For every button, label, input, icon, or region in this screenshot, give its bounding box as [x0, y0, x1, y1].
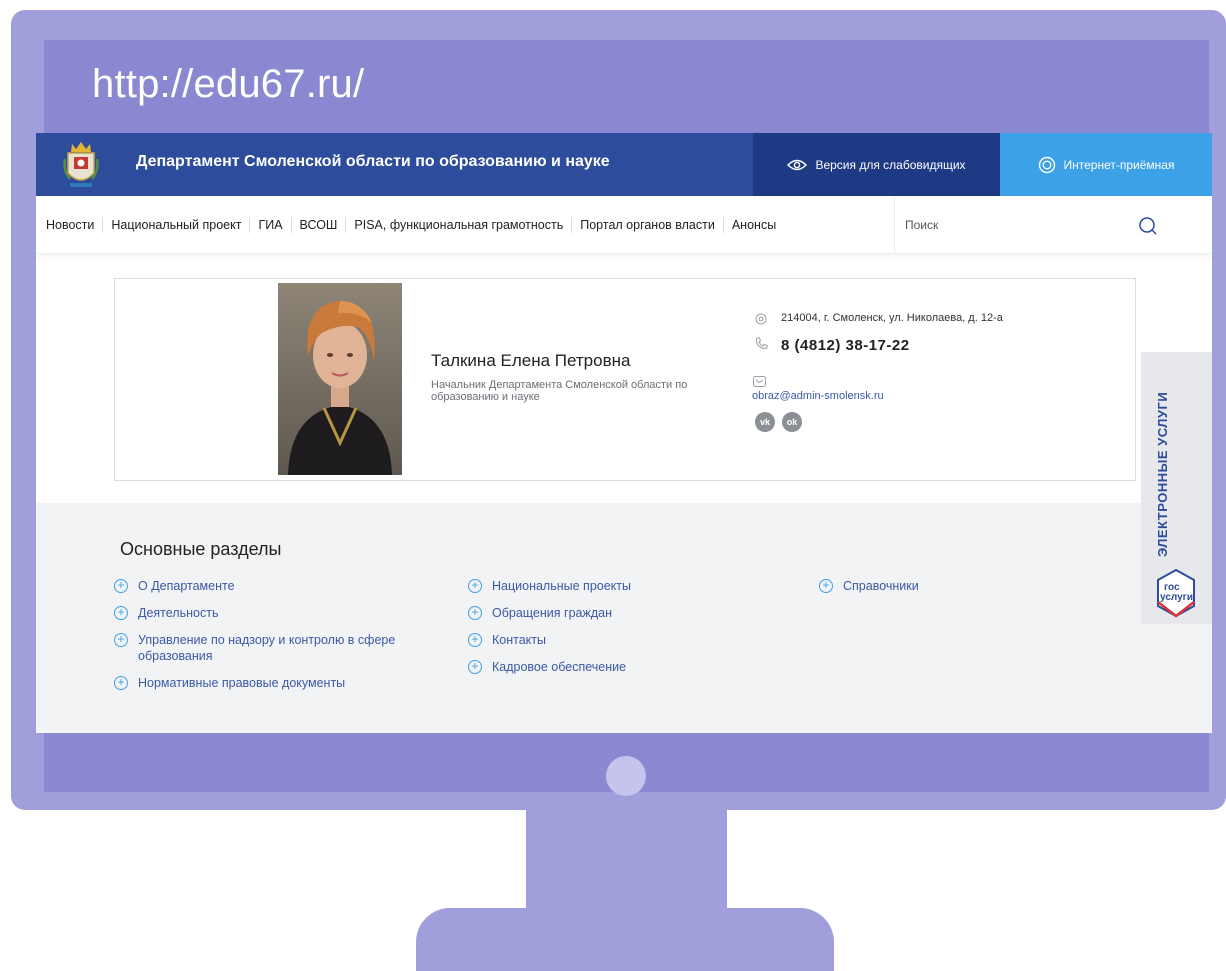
section-link-about[interactable]: + О Департаменте	[114, 578, 414, 594]
sections-column-2: + Национальные проекты + Обращения граждан…	[468, 578, 768, 686]
vk-icon[interactable]: vk	[755, 412, 775, 432]
internet-reception-button[interactable]: Интернет-приёмная	[1000, 133, 1212, 196]
person-name: Талкина Елена Петровна	[431, 351, 631, 370]
reception-label: Интернет-приёмная	[1063, 157, 1175, 172]
plus-circle-icon: +	[468, 606, 482, 620]
section-link-contacts[interactable]: + Контакты	[468, 632, 768, 648]
odnoklassniki-icon[interactable]: ok	[782, 412, 802, 432]
nav-item-news[interactable]: Новости	[46, 217, 104, 233]
low-vision-button[interactable]: Версия для слабовидящих	[753, 133, 1000, 196]
location-pin-icon	[755, 312, 767, 330]
sections-column-3: + Справочники	[819, 578, 1069, 605]
plus-circle-icon: +	[114, 633, 128, 647]
electronic-services-label: ЭЛЕКТРОННЫЕ УСЛУГИ	[1155, 391, 1170, 557]
section-link-supervision[interactable]: + Управление по надзору и контролю в сфер…	[114, 632, 414, 664]
electronic-services-widget[interactable]: ЭЛЕКТРОННЫЕ УСЛУГИ гос услуги	[1141, 352, 1212, 624]
address-text: 214004, г. Смоленск, ул. Николаева, д. 1…	[781, 312, 1003, 324]
section-link-staffing[interactable]: + Кадровое обеспечение	[468, 659, 768, 675]
nav-item-gia[interactable]: ГИА	[250, 217, 292, 233]
website: Департамент Смоленской области по образо…	[36, 133, 1212, 733]
site-title[interactable]: Департамент Смоленской области по образо…	[136, 153, 610, 171]
nav-item-government-portal[interactable]: Портал органов власти	[572, 217, 724, 233]
phone-icon	[755, 337, 768, 355]
monitor-stand-base	[416, 908, 834, 971]
plus-circle-icon: +	[114, 606, 128, 620]
low-vision-label: Версия для слабовидящих	[815, 157, 966, 172]
plus-circle-icon: +	[468, 579, 482, 593]
monitor-button	[606, 756, 646, 796]
search-input[interactable]	[905, 215, 1145, 235]
reception-icon	[1038, 156, 1056, 174]
section-link-national-projects[interactable]: + Национальные проекты	[468, 578, 768, 594]
nav-item-pisa[interactable]: PISA, функциональная грамотность	[346, 217, 573, 233]
section-link-activity[interactable]: + Деятельность	[114, 605, 414, 621]
plus-circle-icon: +	[114, 579, 128, 593]
section-link-reference[interactable]: + Справочники	[819, 578, 1069, 594]
section-link-citizen-appeals[interactable]: + Обращения граждан	[468, 605, 768, 621]
nav-item-vsosh[interactable]: ВСОШ	[292, 217, 347, 233]
svg-text:услуги: услуги	[1160, 592, 1193, 603]
main-nav: Новости Национальный проект ГИА ВСОШ PIS…	[36, 196, 1212, 254]
person-role: Начальник Департамента Смоленской област…	[431, 379, 688, 403]
search-icon[interactable]	[1138, 216, 1158, 241]
email-link[interactable]: obraz@admin-smolensk.ru	[752, 390, 884, 402]
url-label: http://edu67.ru/	[92, 62, 365, 106]
search-box	[894, 196, 1212, 254]
plus-circle-icon: +	[819, 579, 833, 593]
plus-circle-icon: +	[114, 676, 128, 690]
contact-card: Талкина Елена Петровна Начальник Департа…	[114, 278, 1136, 481]
site-header: Департамент Смоленской области по образо…	[36, 133, 1212, 196]
plus-circle-icon: +	[468, 660, 482, 674]
eye-icon	[787, 158, 808, 172]
main-sections: Основные разделы + О Департаменте + Деятел…	[36, 503, 1212, 733]
sections-title: Основные разделы	[120, 539, 282, 559]
nav-item-national-project[interactable]: Национальный проект	[103, 217, 251, 233]
plus-circle-icon: +	[468, 633, 482, 647]
section-link-legal-documents[interactable]: + Нормативные правовые документы	[114, 675, 414, 691]
monitor-stand-neck	[526, 810, 727, 920]
coat-of-arms-icon[interactable]	[62, 139, 100, 191]
nav-item-announcements[interactable]: Анонсы	[724, 217, 784, 233]
gosuslugi-logo[interactable]: гос услуги	[1154, 568, 1198, 618]
head-portrait-photo	[278, 283, 402, 475]
phone-number[interactable]: 8 (4812) 38-17-22	[781, 337, 910, 354]
sections-column-1: + О Департаменте + Деятельность + Управлени…	[114, 578, 414, 702]
